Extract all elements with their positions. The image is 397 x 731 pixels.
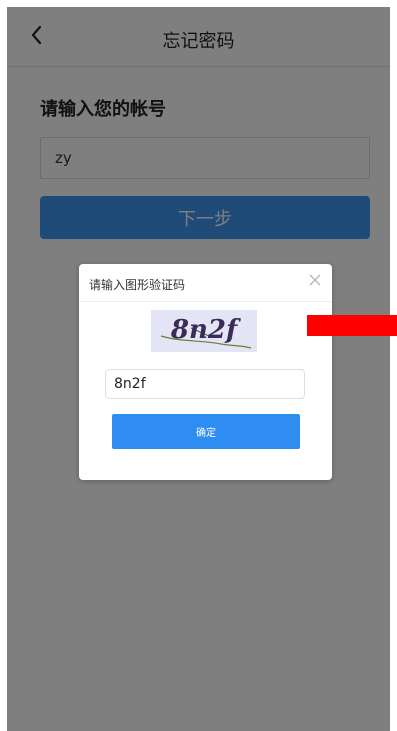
captcha-text: 8n2f — [170, 315, 241, 345]
captcha-dialog: 请输入图形验证码 8n2f 确定 — [79, 264, 332, 480]
captcha-image[interactable]: 8n2f — [151, 310, 257, 352]
dialog-title: 请输入图形验证码 — [89, 278, 186, 292]
red-marker-bar — [307, 315, 397, 336]
confirm-button[interactable]: 确定 — [112, 414, 300, 449]
captcha-code-input[interactable] — [105, 369, 305, 399]
dialog-divider — [79, 301, 332, 302]
forgot-password-screen: 忘记密码 请输入您的帐号 下一步 请输入图形验证码 8n2f 确定 — [7, 7, 390, 731]
close-icon[interactable] — [308, 273, 322, 287]
